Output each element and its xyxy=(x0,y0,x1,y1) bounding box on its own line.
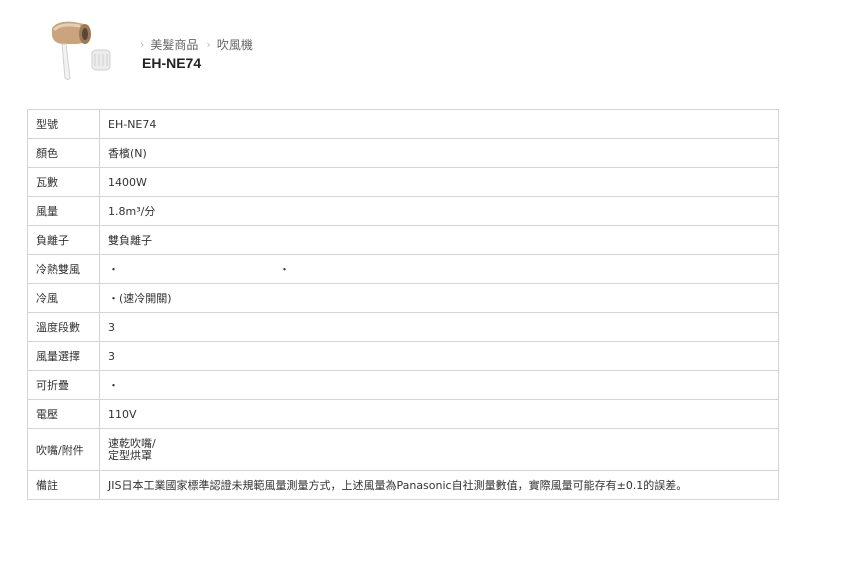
page-title: EH-NE74 xyxy=(142,55,202,71)
spec-value: 110V xyxy=(99,399,779,429)
table-row: 顏色 香檳(N) xyxy=(27,138,779,168)
spec-value: 1.8m³/分 xyxy=(99,196,779,226)
spec-label: 顏色 xyxy=(27,138,100,168)
spec-label: 瓦數 xyxy=(27,167,100,197)
spec-value-line: 定型烘罩 xyxy=(108,448,152,462)
spec-label: 溫度段數 xyxy=(27,312,100,342)
table-row: 負離子 雙負離子 xyxy=(27,225,779,255)
table-row: 電壓 110V xyxy=(27,399,779,429)
product-header: › 美髮商品 › 吹風機 EH-NE74 xyxy=(40,14,740,84)
table-row: 風量 1.8m³/分 xyxy=(27,196,779,226)
breadcrumb-item-beauty[interactable]: 美髮商品 xyxy=(150,36,198,53)
spec-value-dot: ・ xyxy=(279,263,290,276)
spec-label: 負離子 xyxy=(27,225,100,255)
chevron-right-icon: › xyxy=(206,38,211,51)
spec-label: 風量 xyxy=(27,196,100,226)
spec-label: 風量選擇 xyxy=(27,341,100,371)
table-row: 型號 EH-NE74 xyxy=(27,109,779,139)
table-row: 備註 JIS日本工業國家標準認證未規範風量測量方式，上述風量為Panasonic… xyxy=(27,470,779,500)
spec-value-line: 速乾吹嘴/ xyxy=(108,436,156,450)
spec-label: 吹嘴/附件 xyxy=(27,428,100,471)
breadcrumb: › 美髮商品 › 吹風機 xyxy=(140,36,261,53)
table-row: 冷風 ・(速冷開關) xyxy=(27,283,779,313)
table-row: 可折疊 ・ xyxy=(27,370,779,400)
spec-value: ・ xyxy=(99,370,779,400)
spec-value: ・・ xyxy=(99,254,779,284)
breadcrumb-item-hair-dryer[interactable]: 吹風機 xyxy=(217,36,253,53)
table-row: 風量選擇 3 xyxy=(27,341,779,371)
spec-value: 3 xyxy=(99,341,779,371)
spec-value: 速乾吹嘴/ 定型烘罩 xyxy=(99,428,779,471)
spec-value: 3 xyxy=(99,312,779,342)
spec-value: EH-NE74 xyxy=(99,109,779,139)
spec-value: 香檳(N) xyxy=(99,138,779,168)
table-row: 瓦數 1400W xyxy=(27,167,779,197)
spec-value: ・(速冷開關) xyxy=(99,283,779,313)
spec-label: 可折疊 xyxy=(27,370,100,400)
table-row: 吹嘴/附件 速乾吹嘴/ 定型烘罩 xyxy=(27,428,779,471)
spec-label: 冷熱雙風 xyxy=(27,254,100,284)
spec-label: 冷風 xyxy=(27,283,100,313)
spec-value: 1400W xyxy=(99,167,779,197)
chevron-right-icon: › xyxy=(140,38,145,51)
spec-label: 電壓 xyxy=(27,399,100,429)
hair-dryer-icon xyxy=(52,21,111,80)
table-row: 冷熱雙風 ・・ xyxy=(27,254,779,284)
spec-label: 型號 xyxy=(27,109,100,139)
spec-value: JIS日本工業國家標準認證未規範風量測量方式，上述風量為Panasonic自社測… xyxy=(99,470,779,500)
spec-value: 雙負離子 xyxy=(99,225,779,255)
table-row: 溫度段數 3 xyxy=(27,312,779,342)
spec-value-dot: ・ xyxy=(108,263,119,276)
spec-label: 備註 xyxy=(27,470,100,500)
spec-table: 型號 EH-NE74 顏色 香檳(N) 瓦數 1400W 風量 1.8m³/分 … xyxy=(27,109,779,500)
